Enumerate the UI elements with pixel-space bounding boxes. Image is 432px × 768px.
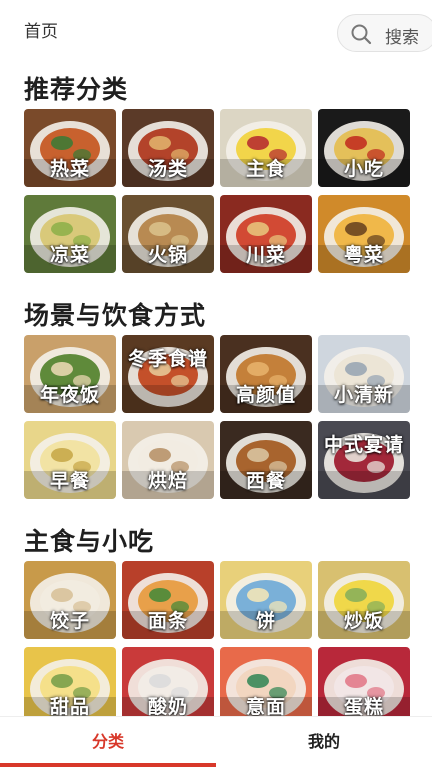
category-label: 冬季食谱 — [127, 348, 208, 370]
category-tile[interactable]: 面条 — [122, 561, 214, 639]
category-label: 热菜 — [49, 158, 90, 180]
category-label: 小清新 — [333, 384, 394, 406]
category-tile[interactable]: 酸奶 — [122, 647, 214, 725]
section-title-staples: 主食与小吃 — [24, 527, 155, 556]
top-bar: 首页 搜索 — [0, 0, 432, 64]
category-tile[interactable]: 汤类 — [122, 109, 214, 187]
search-label: 搜索 — [385, 28, 419, 48]
category-tile[interactable]: 小吃 — [318, 109, 410, 187]
category-label: 小吃 — [343, 158, 384, 180]
category-tile[interactable]: 冬季食谱 — [122, 335, 214, 413]
category-tile[interactable]: 中式宴请 — [318, 421, 410, 499]
category-label: 高颜值 — [235, 384, 296, 406]
category-tile[interactable]: 年夜饭 — [24, 335, 116, 413]
category-label: 中式宴请 — [323, 434, 404, 456]
category-label: 炒饭 — [343, 610, 384, 632]
category-tile[interactable]: 早餐 — [24, 421, 116, 499]
category-label: 年夜饭 — [39, 384, 100, 406]
category-tile[interactable]: 热菜 — [24, 109, 116, 187]
active-tab-indicator — [0, 763, 216, 767]
category-tile[interactable]: 凉菜 — [24, 195, 116, 273]
category-label: 早餐 — [49, 470, 90, 492]
category-tile[interactable]: 蛋糕 — [318, 647, 410, 725]
category-label: 主食 — [245, 158, 286, 180]
category-tile[interactable]: 饺子 — [24, 561, 116, 639]
section-title-scenes: 场景与饮食方式 — [24, 301, 207, 330]
category-label: 川菜 — [245, 244, 286, 266]
category-tile[interactable]: 意面 — [220, 647, 312, 725]
category-label: 火锅 — [147, 244, 188, 266]
category-tile[interactable]: 主食 — [220, 109, 312, 187]
home-link[interactable]: 首页 — [24, 17, 58, 42]
category-tile[interactable]: 粤菜 — [318, 195, 410, 273]
search-icon — [350, 23, 372, 45]
section-title-recommended: 推荐分类 — [24, 75, 129, 104]
bottom-tab-bar: 分类 我的 — [0, 716, 432, 768]
category-tile[interactable]: 烘焙 — [122, 421, 214, 499]
category-tile[interactable]: 高颜值 — [220, 335, 312, 413]
category-tile[interactable]: 火锅 — [122, 195, 214, 273]
category-label: 饺子 — [49, 610, 90, 632]
search-button[interactable]: 搜索 — [337, 14, 432, 52]
category-label: 粤菜 — [343, 244, 384, 266]
category-tile[interactable]: 西餐 — [220, 421, 312, 499]
category-label: 凉菜 — [49, 244, 90, 266]
category-tile[interactable]: 饼 — [220, 561, 312, 639]
category-label: 汤类 — [147, 158, 188, 180]
category-label: 面条 — [147, 610, 188, 632]
category-tile[interactable]: 川菜 — [220, 195, 312, 273]
category-tile[interactable]: 小清新 — [318, 335, 410, 413]
category-label: 饼 — [255, 610, 276, 632]
category-label: 烘焙 — [147, 470, 188, 492]
category-tile[interactable]: 炒饭 — [318, 561, 410, 639]
category-label: 西餐 — [245, 470, 286, 492]
category-tile[interactable]: 甜品 — [24, 647, 116, 725]
tab-mine[interactable]: 我的 — [216, 717, 432, 767]
tab-categories[interactable]: 分类 — [0, 717, 216, 767]
